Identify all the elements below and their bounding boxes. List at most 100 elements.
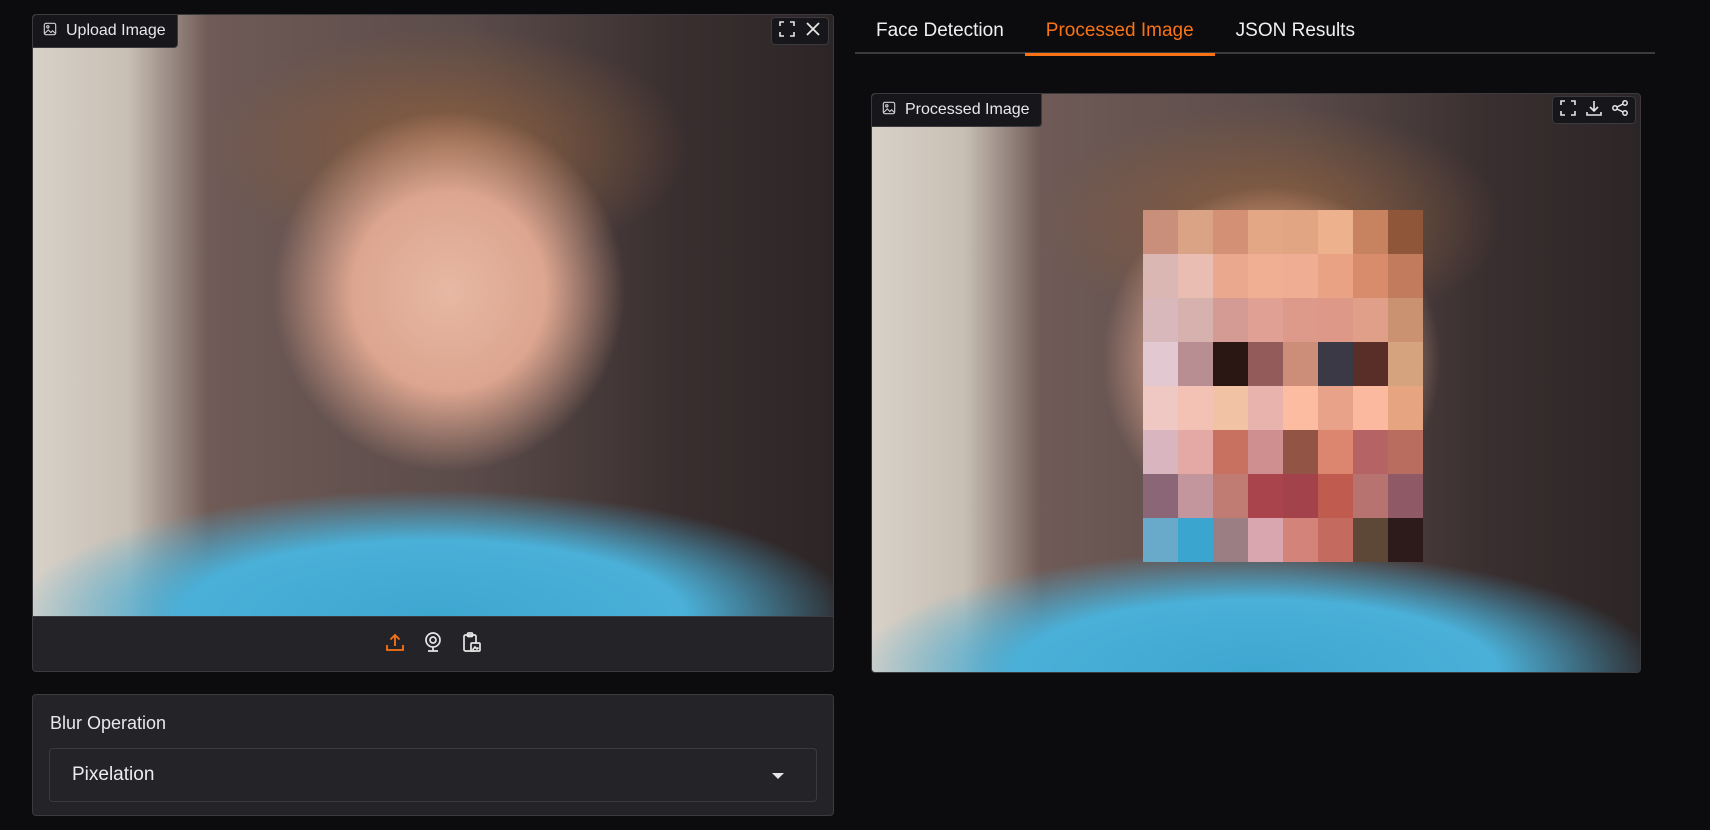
pixel-block — [1283, 474, 1318, 518]
pixel-block — [1143, 386, 1178, 430]
pixel-block — [1178, 210, 1213, 254]
pixel-block — [1178, 254, 1213, 298]
processed-corner-tools — [1548, 94, 1640, 126]
pixel-block — [1213, 518, 1248, 562]
pixel-block — [1388, 298, 1423, 342]
upload-tool-group — [771, 17, 829, 45]
processed-image-panel: Processed Image — [871, 93, 1641, 673]
fullscreen-button[interactable] — [774, 18, 800, 44]
pixel-block — [1213, 254, 1248, 298]
download-button[interactable] — [1581, 97, 1607, 123]
pixel-block — [1353, 342, 1388, 386]
pixel-block — [1248, 518, 1283, 562]
pixel-block — [1318, 430, 1353, 474]
pixel-block — [1388, 386, 1423, 430]
pixel-block — [1213, 210, 1248, 254]
image-icon — [882, 101, 896, 120]
pixel-block — [1318, 298, 1353, 342]
chevron-down-icon — [772, 773, 784, 779]
upload-source-toolbar — [33, 616, 833, 671]
download-icon — [1585, 99, 1603, 122]
pixel-block — [1283, 518, 1318, 562]
processed-tool-group — [1552, 96, 1636, 124]
pixel-block — [1178, 342, 1213, 386]
pixel-block — [1283, 210, 1318, 254]
pixel-block — [1143, 474, 1178, 518]
pixel-block — [1178, 386, 1213, 430]
pixel-block — [1213, 298, 1248, 342]
fullscreen-icon — [778, 20, 796, 43]
clear-image-button[interactable] — [800, 18, 826, 44]
pixel-block — [1353, 298, 1388, 342]
pixel-block — [1213, 430, 1248, 474]
pixel-block — [1283, 298, 1318, 342]
output-tabs: Face Detection Processed Image JSON Resu… — [855, 14, 1655, 56]
tab-processed-image[interactable]: Processed Image — [1024, 14, 1215, 56]
upload-icon — [384, 631, 406, 658]
close-icon — [804, 20, 822, 43]
share-icon — [1611, 99, 1629, 122]
pixel-block — [1178, 430, 1213, 474]
webcam-icon — [422, 631, 444, 658]
pixel-block — [1178, 298, 1213, 342]
pixel-block — [1283, 254, 1318, 298]
pixel-block — [1143, 254, 1178, 298]
pixel-block — [1388, 518, 1423, 562]
pixel-block — [1283, 430, 1318, 474]
upload-corner-tools — [767, 15, 833, 47]
pixel-block — [1353, 210, 1388, 254]
pixel-block — [1248, 430, 1283, 474]
pixel-block — [1248, 210, 1283, 254]
pixel-block — [1213, 342, 1248, 386]
pixel-block — [1318, 386, 1353, 430]
pixel-block — [1248, 474, 1283, 518]
upload-image-panel: Upload Image — [32, 14, 834, 672]
pixel-block — [1353, 254, 1388, 298]
webcam-button[interactable] — [420, 631, 446, 657]
processed-image-label: Processed Image — [905, 101, 1030, 118]
uploaded-photo — [33, 15, 833, 616]
blur-operation-value: Pixelation — [72, 764, 155, 785]
pixel-block — [1388, 474, 1423, 518]
upload-file-button[interactable] — [382, 631, 408, 657]
image-icon — [43, 22, 57, 41]
pixel-block — [1248, 342, 1283, 386]
pixel-block — [1318, 342, 1353, 386]
pixel-block — [1388, 342, 1423, 386]
pixel-block — [1353, 430, 1388, 474]
processed-image-badge: Processed Image — [872, 94, 1042, 127]
pixel-block — [1248, 386, 1283, 430]
pixel-block — [1143, 342, 1178, 386]
paste-clipboard-button[interactable] — [458, 631, 484, 657]
pixel-block — [1283, 342, 1318, 386]
share-button[interactable] — [1607, 97, 1633, 123]
pixel-block — [1353, 474, 1388, 518]
tab-json-results[interactable]: JSON Results — [1215, 14, 1376, 52]
pixel-block — [1143, 298, 1178, 342]
pixel-block — [1143, 518, 1178, 562]
pixel-block — [1283, 386, 1318, 430]
pixel-block — [1143, 210, 1178, 254]
pixel-block — [1388, 254, 1423, 298]
pixel-block — [1388, 210, 1423, 254]
pixel-block — [1318, 474, 1353, 518]
pixel-block — [1248, 254, 1283, 298]
pixel-block — [1318, 518, 1353, 562]
pixel-block — [1353, 518, 1388, 562]
tab-face-detection[interactable]: Face Detection — [855, 14, 1025, 52]
pixel-block — [1318, 210, 1353, 254]
pixelated-face-region — [1143, 210, 1423, 562]
pixel-block — [1213, 386, 1248, 430]
pixel-block — [1143, 430, 1178, 474]
clipboard-icon — [460, 631, 482, 658]
pixel-block — [1353, 386, 1388, 430]
pixel-block — [1178, 518, 1213, 562]
upload-image-label: Upload Image — [66, 22, 166, 39]
blur-operation-dropdown[interactable]: Pixelation — [49, 748, 817, 802]
upload-image-badge: Upload Image — [33, 15, 178, 48]
fullscreen-button[interactable] — [1555, 97, 1581, 123]
pixel-block — [1248, 298, 1283, 342]
pixel-block — [1388, 430, 1423, 474]
blur-operation-panel: Blur Operation Pixelation — [32, 694, 834, 816]
pixel-block — [1318, 254, 1353, 298]
